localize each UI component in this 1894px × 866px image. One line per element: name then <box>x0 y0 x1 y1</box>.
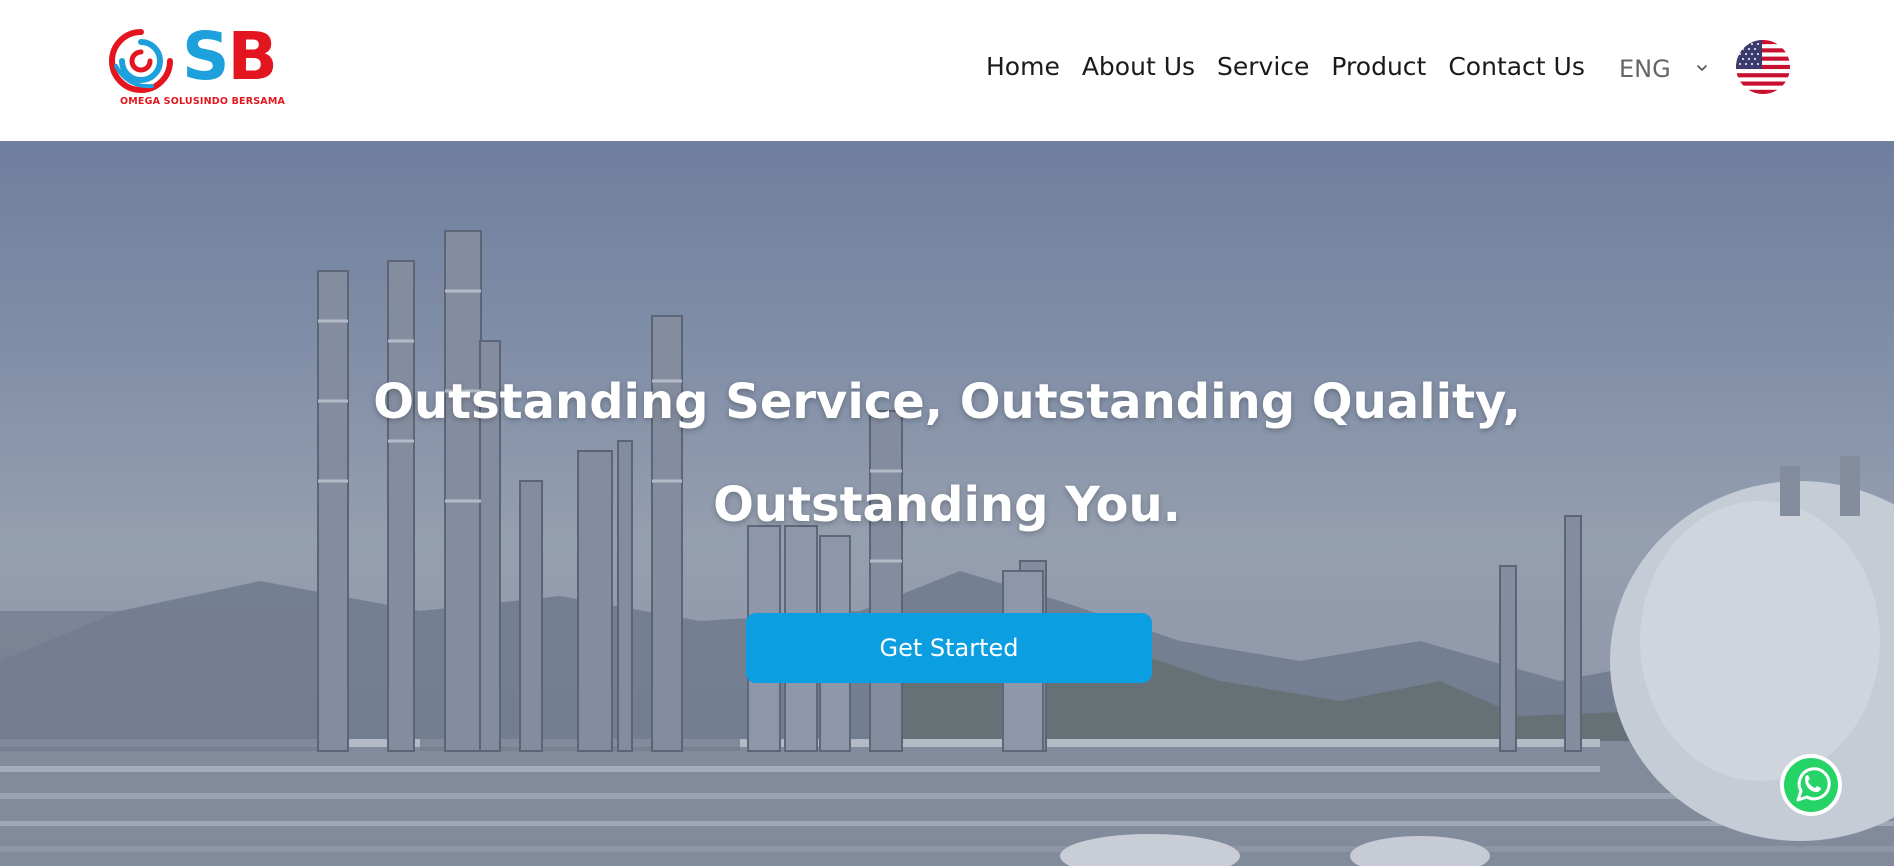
chevron-down-icon <box>1697 65 1707 71</box>
hero-section: Outstanding Service, Outstanding Quality… <box>0 141 1894 866</box>
logo-tagline: OMEGA SOLUSINDO BERSAMA <box>120 96 286 107</box>
logo-swirl-icon <box>109 29 173 93</box>
brand-logo[interactable]: SB OMEGA SOLUSINDO BERSAMA <box>108 22 298 108</box>
whatsapp-icon[interactable] <box>1778 752 1844 818</box>
nav-contact-us[interactable]: Contact Us <box>1448 50 1585 84</box>
logo-letters: SB <box>182 22 278 92</box>
nav-service[interactable]: Service <box>1217 50 1309 84</box>
hero-title: Outstanding Service, Outstanding Quality… <box>373 374 1521 533</box>
nav-home[interactable]: Home <box>986 50 1060 84</box>
nav-product[interactable]: Product <box>1331 50 1426 84</box>
site-header: SB OMEGA SOLUSINDO BERSAMA Home About Us… <box>0 0 1894 141</box>
main-nav: Home About Us Service Product Contact Us <box>986 50 1585 84</box>
logo-letter-s: S <box>182 18 230 95</box>
get-started-button[interactable]: Get Started <box>746 613 1152 683</box>
language-select[interactable]: ENG <box>1619 52 1719 86</box>
logo-letter-b: B <box>227 18 278 95</box>
us-flag-icon[interactable] <box>1736 40 1790 94</box>
nav-about-us[interactable]: About Us <box>1082 50 1195 84</box>
language-label: ENG <box>1619 55 1671 83</box>
